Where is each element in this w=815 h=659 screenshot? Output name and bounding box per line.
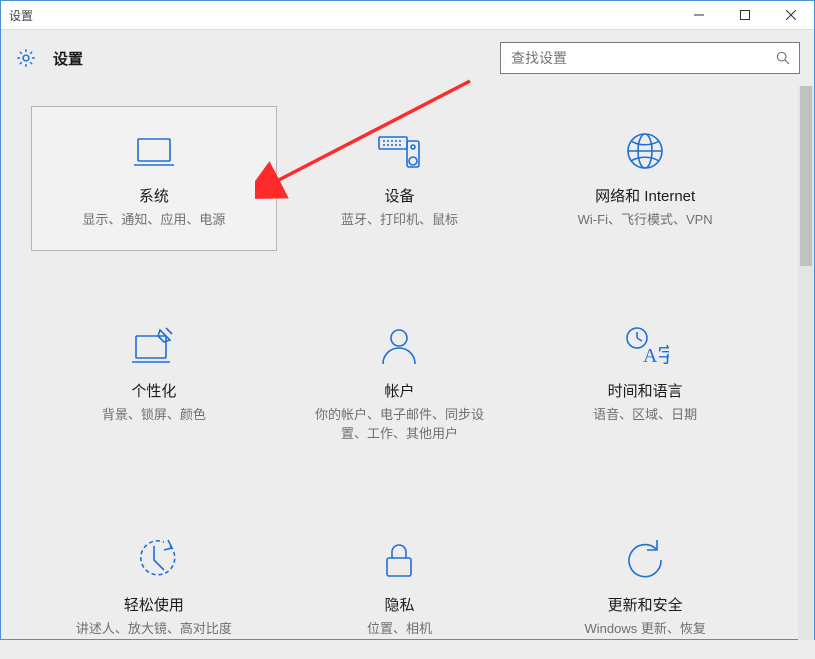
content-area: 系统 显示、通知、应用、电源 设备 蓝牙、打印机、鼠标: [1, 86, 814, 640]
gear-icon: [15, 47, 37, 69]
tile-system[interactable]: 系统 显示、通知、应用、电源: [31, 106, 277, 251]
time-language-icon: A字: [621, 318, 669, 374]
tile-accounts[interactable]: 帐户 你的帐户、电子邮件、同步设置、工作、其他用户: [277, 301, 523, 465]
search-box[interactable]: [500, 42, 800, 74]
tile-time-language[interactable]: A字 时间和语言 语音、区域、日期: [522, 301, 768, 465]
tile-desc: 位置、相机: [367, 619, 432, 639]
devices-icon: [375, 123, 423, 179]
personalization-icon: [130, 318, 178, 374]
maximize-button[interactable]: [722, 1, 768, 29]
tile-update-security[interactable]: 更新和安全 Windows 更新、恢复: [522, 515, 768, 659]
tile-desc: 讲述人、放大镜、高对比度: [76, 619, 232, 639]
tile-devices[interactable]: 设备 蓝牙、打印机、鼠标: [277, 106, 523, 251]
search-icon: [775, 50, 791, 66]
tile-title: 时间和语言: [608, 380, 683, 401]
user-icon: [375, 318, 423, 374]
system-icon: [130, 123, 178, 179]
tile-title: 帐户: [384, 380, 414, 401]
tile-desc: 背景、锁屏、颜色: [102, 405, 206, 425]
tile-desc: 蓝牙、打印机、鼠标: [341, 210, 458, 230]
tile-title: 设备: [384, 185, 414, 206]
lock-icon: [375, 532, 423, 588]
tile-personalization[interactable]: 个性化 背景、锁屏、颜色: [31, 301, 277, 465]
scrollbar-thumb[interactable]: [800, 86, 812, 266]
close-icon: [786, 10, 796, 20]
tile-title: 网络和 Internet: [595, 185, 695, 206]
tile-desc: 显示、通知、应用、电源: [82, 210, 225, 230]
tile-title: 隐私: [384, 594, 414, 615]
app-header: 设置: [1, 30, 814, 86]
minimize-icon: [694, 10, 704, 20]
update-icon: [621, 532, 669, 588]
tile-desc: Windows 更新、恢复: [584, 619, 705, 639]
tile-ease-of-access[interactable]: 轻松使用 讲述人、放大镜、高对比度: [31, 515, 277, 659]
settings-grid: 系统 显示、通知、应用、电源 设备 蓝牙、打印机、鼠标: [1, 86, 798, 640]
tile-network[interactable]: 网络和 Internet Wi-Fi、飞行模式、VPN: [522, 106, 768, 251]
tile-title: 轻松使用: [124, 594, 184, 615]
tile-privacy[interactable]: 隐私 位置、相机: [277, 515, 523, 659]
close-button[interactable]: [768, 1, 814, 29]
tile-desc: 你的帐户、电子邮件、同步设置、工作、其他用户: [314, 405, 484, 444]
ease-of-access-icon: [130, 532, 178, 588]
vertical-scrollbar[interactable]: [798, 86, 814, 640]
titlebar: 设置: [1, 1, 814, 30]
minimize-button[interactable]: [676, 1, 722, 29]
search-input[interactable]: [509, 49, 775, 67]
tile-desc: Wi-Fi、飞行模式、VPN: [578, 210, 713, 230]
globe-icon: [621, 123, 669, 179]
tile-title: 个性化: [131, 380, 176, 401]
maximize-icon: [740, 10, 750, 20]
window-title: 设置: [9, 7, 33, 24]
tile-title: 系统: [139, 185, 169, 206]
tile-title: 更新和安全: [608, 594, 683, 615]
app-title: 设置: [53, 48, 83, 69]
svg-text:A字: A字: [643, 344, 669, 367]
window-controls: [676, 1, 814, 29]
tile-desc: 语音、区域、日期: [593, 405, 697, 425]
